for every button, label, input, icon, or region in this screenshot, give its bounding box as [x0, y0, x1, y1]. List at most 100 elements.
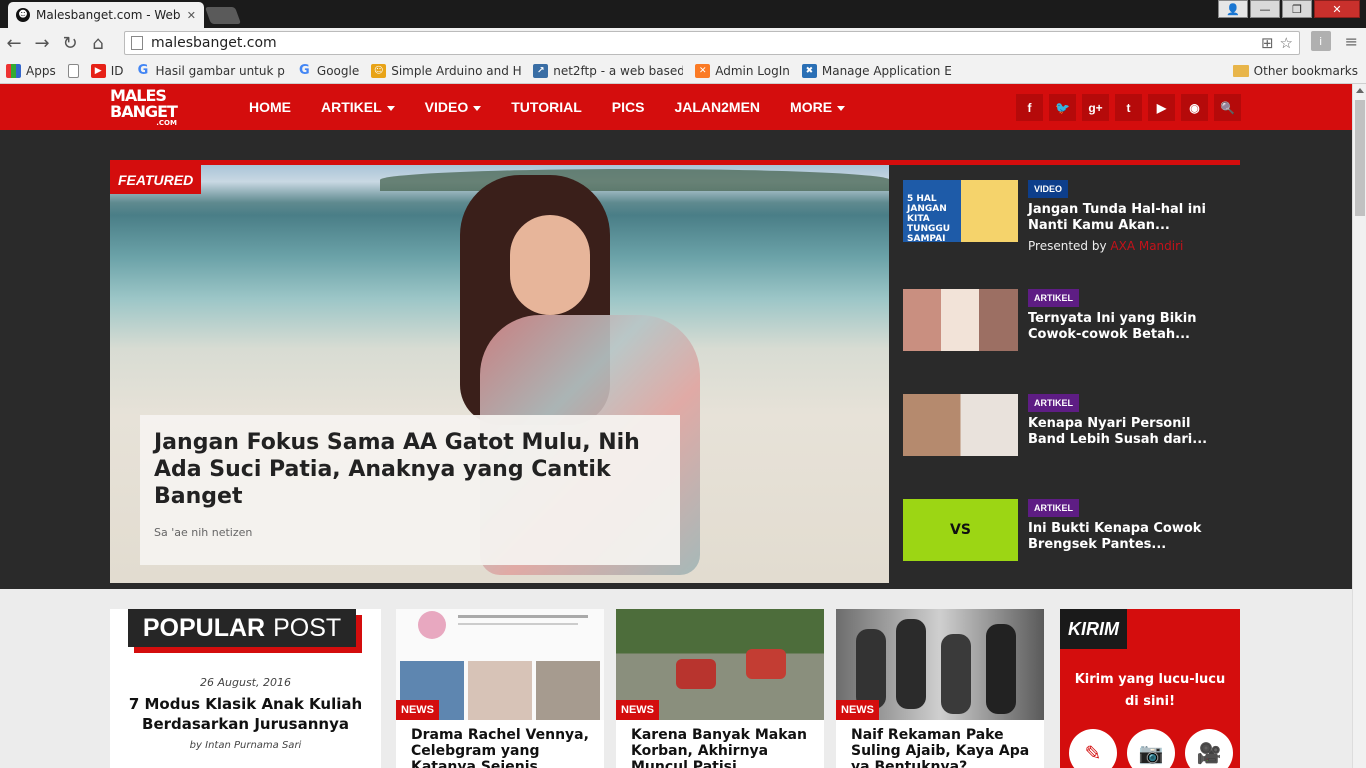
nav-artikel[interactable]: ARTIKEL — [321, 99, 395, 115]
apps-grid-icon — [6, 63, 21, 78]
social-links: f 🐦 g+ t ▶ ◉ 🔍 — [1016, 94, 1241, 121]
url-text[interactable]: malesbanget.com — [151, 35, 277, 51]
close-tab-icon[interactable]: ✕ — [187, 9, 196, 22]
translate-icon[interactable]: ⊞ — [1261, 34, 1274, 52]
side-title[interactable]: Ternyata Ini yang Bikin Cowok-cowok Beta… — [1028, 311, 1218, 343]
e-44 — [418, 611, 446, 639]
user-profile-icon[interactable]: 👤 — [1218, 0, 1248, 18]
reload-icon[interactable]: ↻ — [56, 30, 84, 56]
featured-caption[interactable]: Jangan Fokus Sama AA Gatot Mulu, Nih Ada… — [140, 415, 680, 565]
e-45 — [458, 615, 588, 618]
net2ftp-icon: ↗ — [533, 63, 549, 78]
forward-arrow-icon[interactable]: → — [28, 30, 56, 56]
bookmark-google[interactable]: G Google — [297, 64, 359, 78]
other-bookmarks[interactable]: Other bookmarks — [1232, 64, 1358, 78]
side-thumbnail[interactable] — [903, 289, 1018, 351]
bookmark-page[interactable] — [67, 63, 79, 78]
e-39: 5 HAL JANGAN KITA TUNGGU SAMPAI BUTUH — [907, 194, 951, 242]
nav-more[interactable]: MORE — [790, 99, 846, 115]
side-title[interactable]: Kenapa Nyari Personil Band Lebih Susah d… — [1028, 416, 1218, 448]
category-badge[interactable]: ARTIKEL — [1028, 394, 1079, 412]
bookmark-star-icon[interactable]: ☆ — [1280, 34, 1293, 52]
video-camera-icon[interactable]: 🎥 — [1185, 729, 1233, 768]
bookmark-app-engine[interactable]: ✖ Manage Application E — [801, 63, 952, 78]
bookmark-apps[interactable]: Apps — [6, 63, 56, 78]
featured-title[interactable]: Jangan Fokus Sama AA Gatot Mulu, Nih Ada… — [154, 429, 666, 510]
side-item[interactable]: VS ARTIKEL Ini Bukti Kenapa Cowok Brengs… — [903, 499, 1233, 563]
page-icon — [131, 36, 143, 50]
back-arrow-icon[interactable]: ← — [0, 30, 28, 56]
category-badge[interactable]: ARTIKEL — [1028, 289, 1079, 307]
card-title[interactable]: Karena Banyak Makan Korban, Akhirnya Mun… — [631, 727, 816, 768]
twitter-icon[interactable]: 🐦 — [1049, 94, 1076, 121]
page-scrollbar[interactable] — [1352, 84, 1366, 768]
chevron-down-icon — [473, 105, 482, 111]
instagram-icon[interactable]: ◉ — [1181, 94, 1208, 121]
category-badge[interactable]: VIDEO — [1028, 180, 1069, 198]
card-title[interactable]: Naif Rekaman Pake Suling Ajaib, Kaya Apa… — [851, 727, 1036, 768]
popular-post-widget: POPULAR POST 26 August, 2016 7 Modus Klas… — [110, 609, 381, 768]
side-title[interactable]: Ini Bukti Kenapa Cowok Brengsek Pantes..… — [1028, 521, 1218, 553]
popular-post-author: by Intan Purnama Sari — [189, 740, 302, 751]
popular-post-title[interactable]: 7 Modus Klasik Anak Kuliah Berdasarkan J… — [120, 694, 371, 734]
sponsor-link[interactable]: AXA Mandiri — [1110, 239, 1183, 253]
browser-tab[interactable]: ☻ Malesbanget.com - Websi ✕ — [8, 2, 204, 28]
e-41: VS — [950, 522, 971, 538]
extension-icon[interactable]: i — [1310, 31, 1331, 51]
site-logo[interactable]: MALES BANGET .COM — [110, 88, 178, 127]
scroll-up-arrow-icon[interactable] — [1356, 88, 1364, 93]
nav-video[interactable]: VIDEO — [425, 99, 482, 115]
side-thumbnail[interactable]: VS — [903, 499, 1018, 561]
e-49 — [536, 661, 600, 720]
bookmark-admin-login[interactable]: ✕ Admin LogIn — [695, 63, 790, 78]
news-card[interactable]: NEWS Drama Rachel Vennya, Celebgram yang… — [396, 609, 604, 768]
nav-tutorial[interactable]: TUTORIAL — [511, 99, 582, 115]
google-plus-icon[interactable]: g+ — [1082, 94, 1109, 121]
tab-title: Malesbanget.com - Websi — [36, 8, 181, 22]
news-tag[interactable]: NEWS — [396, 700, 439, 720]
home-icon[interactable]: ⌂ — [84, 30, 112, 56]
chrome-menu-icon[interactable]: ≡ — [1345, 32, 1358, 51]
side-item[interactable]: 5 HAL JANGAN KITA TUNGGU SAMPAI BUTUH VI… — [903, 180, 1233, 253]
side-title[interactable]: Jangan Tunda Hal-hal ini Nanti Kamu Akan… — [1028, 202, 1218, 234]
xampp-icon: ✕ — [695, 63, 711, 78]
kirim-icons: ✎ 📷 🎥 — [1069, 729, 1233, 768]
nav-pics[interactable]: PICS — [612, 99, 645, 115]
edit-icon[interactable]: ✎ — [1069, 729, 1117, 768]
side-meta: Presented by AXA Mandiri — [1028, 239, 1183, 253]
news-tag[interactable]: NEWS — [836, 700, 879, 720]
e-46 — [458, 623, 578, 625]
new-tab-button[interactable] — [204, 7, 242, 24]
tumblr-icon[interactable]: t — [1115, 94, 1142, 121]
news-card[interactable]: NEWS Naif Rekaman Pake Suling Ajaib, Kay… — [836, 609, 1044, 768]
side-item[interactable]: ARTIKEL Ternyata Ini yang Bikin Cowok-co… — [903, 289, 1233, 353]
bookmark-net2ftp[interactable]: ↗ net2ftp - a web based — [533, 63, 683, 78]
site-header: MALES BANGET .COM HOME ARTIKEL VIDEO TUT… — [0, 84, 1352, 130]
category-badge[interactable]: ARTIKEL — [1028, 499, 1079, 517]
bookmark-arduino[interactable]: ☺ Simple Arduino and H — [371, 63, 521, 78]
card-title[interactable]: Drama Rachel Vennya, Celebgram yang Kata… — [411, 727, 596, 768]
camera-icon[interactable]: 📷 — [1127, 729, 1175, 768]
e-48 — [468, 661, 532, 720]
kirim-heading: KIRIM — [1060, 609, 1127, 649]
scrollbar-thumb[interactable] — [1355, 100, 1365, 216]
restore-window-button[interactable]: ❐ — [1282, 0, 1312, 18]
chevron-down-icon — [386, 105, 395, 111]
minimize-window-button[interactable]: — — [1250, 0, 1280, 18]
search-icon[interactable]: 🔍 — [1214, 94, 1241, 121]
close-window-button[interactable]: ✕ — [1314, 0, 1360, 18]
address-bar[interactable]: malesbanget.com ⊞ ☆ — [124, 31, 1300, 55]
arduino-icon: ☺ — [371, 63, 387, 78]
side-thumbnail[interactable] — [903, 394, 1018, 456]
side-thumbnail[interactable]: 5 HAL JANGAN KITA TUNGGU SAMPAI BUTUH — [903, 180, 1018, 242]
news-card[interactable]: NEWS Karena Banyak Makan Korban, Akhirny… — [616, 609, 824, 768]
nav-jalan2men[interactable]: JALAN2MEN — [674, 99, 760, 115]
news-tag[interactable]: NEWS — [616, 700, 659, 720]
bookmark-hasil-gambar[interactable]: G Hasil gambar untuk p — [135, 64, 285, 78]
facebook-icon[interactable]: f — [1016, 94, 1043, 121]
bookmark-id[interactable]: ▶ ID — [90, 63, 123, 78]
nav-home[interactable]: HOME — [249, 99, 291, 115]
side-item[interactable]: ARTIKEL Kenapa Nyari Personil Band Lebih… — [903, 394, 1233, 458]
youtube-icon[interactable]: ▶ — [1148, 94, 1175, 121]
e-52 — [856, 629, 886, 709]
